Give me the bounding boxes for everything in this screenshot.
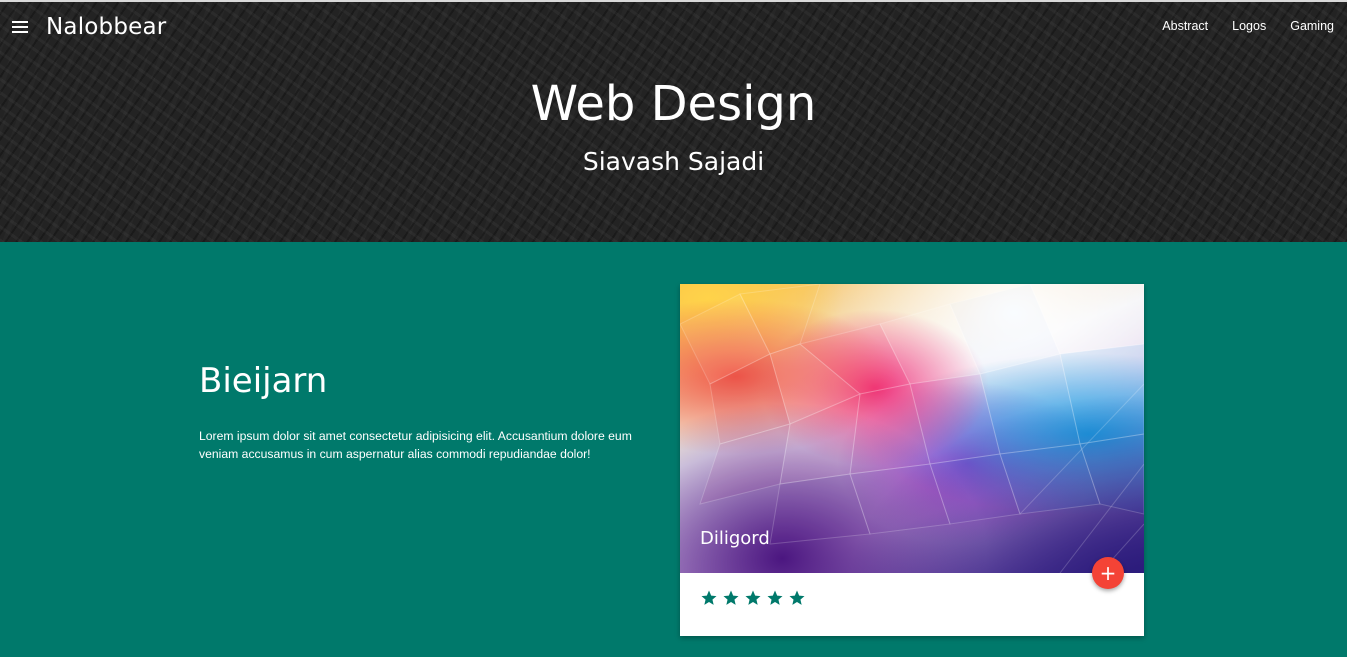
hero-banner: Nalobbear Abstract Logos Gaming Web Desi… <box>0 0 1347 242</box>
nav-link-logos[interactable]: Logos <box>1232 19 1266 33</box>
star-icon <box>766 589 784 607</box>
page-subtitle: Siavash Sajadi <box>582 147 765 176</box>
card-caption: Diligord <box>700 528 770 549</box>
star-icon <box>744 589 762 607</box>
star-icon <box>788 589 806 607</box>
star-rating <box>700 589 806 607</box>
nav-link-gaming[interactable]: Gaming <box>1290 19 1334 33</box>
section-title: Bieijarn <box>199 361 328 401</box>
image-card: Diligord + <box>680 284 1144 636</box>
brand-logo[interactable]: Nalobbear <box>46 14 166 40</box>
plus-icon: + <box>1099 561 1117 585</box>
section-description: Lorem ipsum dolor sit amet consectetur a… <box>199 429 632 462</box>
hamburger-menu-icon[interactable] <box>12 21 28 34</box>
top-navbar: Nalobbear Abstract Logos Gaming <box>0 2 1347 56</box>
add-button[interactable]: + <box>1092 557 1124 589</box>
star-icon <box>700 589 718 607</box>
nav-link-abstract[interactable]: Abstract <box>1162 19 1208 33</box>
page-title: Web Design <box>530 76 817 132</box>
card-image: Diligord <box>680 284 1144 573</box>
nav-links: Abstract Logos Gaming <box>1162 19 1334 33</box>
star-icon <box>722 589 740 607</box>
